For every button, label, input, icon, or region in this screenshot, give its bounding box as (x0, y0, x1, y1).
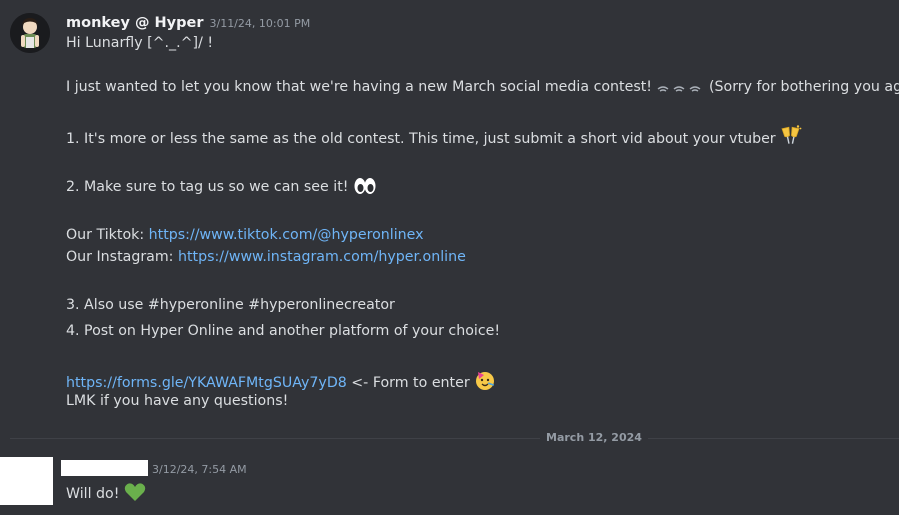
instagram-link[interactable]: https://www.instagram.com/hyper.online (178, 249, 466, 265)
contest-intro-text: I just wanted to let you know that we're… (66, 79, 652, 95)
message-line-point3: 3. Also use #hyperonline #hyperonlinecre… (66, 297, 395, 313)
tiktok-link[interactable]: https://www.tiktok.com/@hyperonlinex (149, 227, 424, 243)
partying-face-emoji-icon (474, 369, 496, 397)
eyes-emoji-icon (353, 177, 377, 201)
green-heart-emoji-icon (124, 482, 146, 508)
timestamp: 3/12/24, 7:54 AM (152, 463, 247, 476)
username[interactable]: monkey @ Hyper (66, 15, 203, 31)
message-line-tiktok: Our Tiktok: https://www.tiktok.com/@hype… (66, 225, 424, 245)
tiktok-label: Our Tiktok: (66, 227, 145, 243)
contest-apology-text: (Sorry for bothering you again) (709, 79, 899, 95)
date-divider-line (10, 438, 899, 439)
message-line-point1: 1. It's more or less the same as the old… (66, 125, 802, 153)
form-suffix-text: <- Form to enter (351, 375, 470, 391)
form-link[interactable]: https://forms.gle/YKAWAFMtgSUAy7yD8 (66, 375, 347, 391)
point1-text: 1. It's more or less the same as the old… (66, 131, 776, 147)
timestamp: 3/11/24, 10:01 PM (209, 17, 311, 30)
message-line-intro: I just wanted to let you know that we're… (66, 77, 899, 101)
message-header: monkey @ Hyper 3/11/24, 10:01 PM (66, 12, 310, 32)
message-line-closing: LMK if you have any questions! (66, 393, 289, 409)
date-divider-label: March 12, 2024 (540, 431, 648, 444)
chat-view: monkey @ Hyper 3/11/24, 10:01 PM Hi Lunar… (0, 0, 899, 515)
message-line-reply: Will do! (66, 482, 146, 508)
redacted-username[interactable] (61, 460, 148, 476)
user-avatar[interactable] (10, 13, 50, 53)
redacted-avatar[interactable] (0, 457, 53, 505)
message-line-instagram: Our Instagram: https://www.instagram.com… (66, 247, 466, 267)
sparkles-emoji-icon (656, 81, 704, 101)
message-line-greeting: Hi Lunarfly [^._.^]/ ! (66, 35, 214, 51)
point2-text: 2. Make sure to tag us so we can see it! (66, 179, 349, 195)
message-line-point4: 4. Post on Hyper Online and another plat… (66, 323, 501, 339)
reply-text: Will do! (66, 486, 120, 502)
instagram-label: Our Instagram: (66, 249, 174, 265)
message-line-point2: 2. Make sure to tag us so we can see it! (66, 177, 377, 201)
clinking-glasses-emoji-icon (780, 125, 802, 153)
anime-character-avatar-icon (10, 13, 50, 53)
